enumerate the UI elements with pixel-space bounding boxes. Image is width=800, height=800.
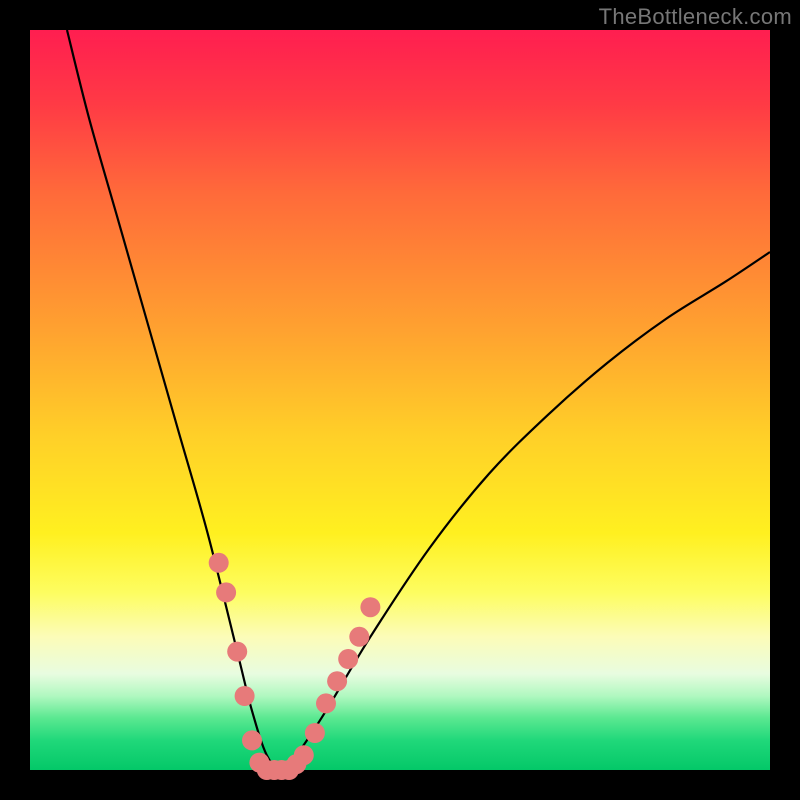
chart-svg <box>30 30 770 770</box>
highlight-dot <box>349 627 369 647</box>
highlight-dot <box>316 693 336 713</box>
highlight-dot <box>338 649 358 669</box>
highlight-dot <box>360 597 380 617</box>
highlight-dot <box>216 582 236 602</box>
highlight-dot <box>305 723 325 743</box>
watermark-text: TheBottleneck.com <box>599 4 792 30</box>
highlight-dot <box>242 730 262 750</box>
highlight-dot <box>227 642 247 662</box>
highlight-dots <box>209 553 381 780</box>
highlight-dot <box>294 745 314 765</box>
highlight-dot <box>327 671 347 691</box>
bottleneck-curve <box>67 30 770 770</box>
highlight-dot <box>235 686 255 706</box>
chart-frame: TheBottleneck.com <box>0 0 800 800</box>
highlight-dot <box>209 553 229 573</box>
